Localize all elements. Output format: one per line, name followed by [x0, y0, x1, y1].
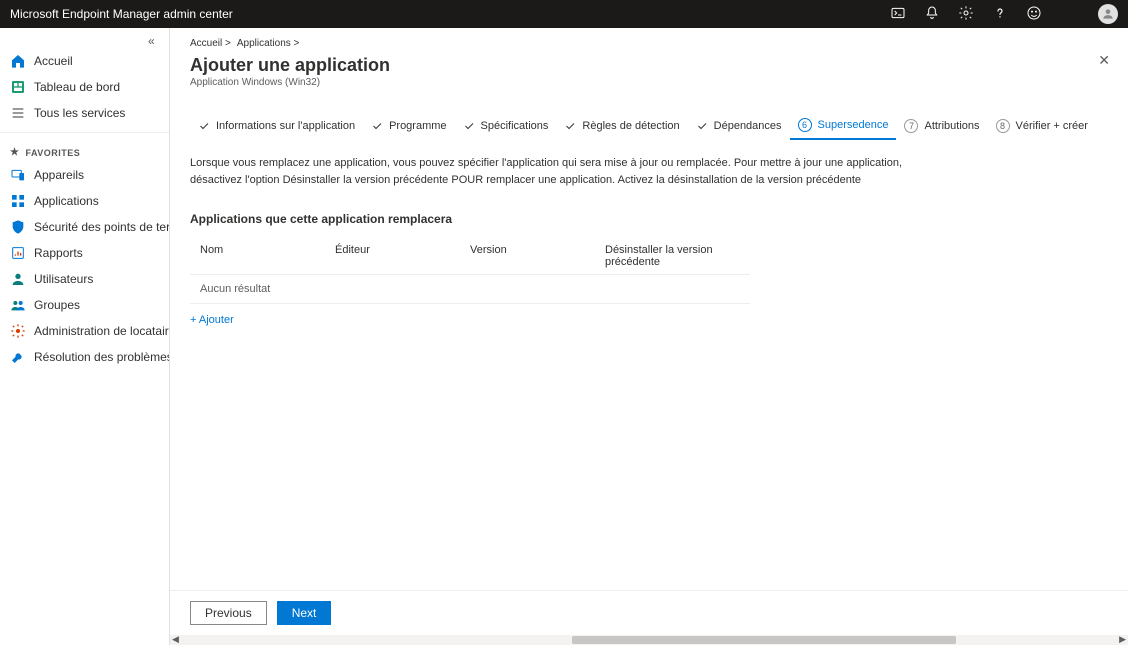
wizard-step-review[interactable]: 8 Vérifier + créer [988, 113, 1096, 139]
wizard-step-supersedence[interactable]: 6 Supersedence [790, 112, 897, 140]
add-app-link[interactable]: + Ajouter [190, 314, 234, 326]
section-title: Applications que cette application rempl… [190, 212, 1108, 226]
nav-troubleshoot-label: Résolution des problèmes + support [34, 350, 170, 364]
horizontal-scrollbar[interactable]: ◀ ▶ [170, 635, 1128, 645]
settings-icon[interactable] [958, 5, 974, 24]
nav-apps-label: Applications [34, 194, 99, 208]
notifications-icon[interactable] [924, 5, 940, 24]
cloud-shell-icon[interactable] [890, 5, 906, 24]
nav-users[interactable]: Utilisateurs [0, 266, 169, 292]
col-uninstall: Désinstaller la version précédente [605, 244, 740, 268]
nav-groups-label: Groupes [34, 298, 80, 312]
col-name: Nom [200, 244, 335, 268]
sidebar-collapse-icon[interactable]: « [148, 34, 155, 48]
dashboard-icon [10, 79, 26, 95]
nav-troubleshoot[interactable]: Résolution des problèmes + support [0, 344, 169, 370]
close-blade-icon[interactable]: ✕ [1098, 52, 1110, 69]
user-icon [10, 271, 26, 287]
top-bar: Microsoft Endpoint Manager admin center [0, 0, 1128, 28]
scroll-left-icon[interactable]: ◀ [172, 634, 179, 645]
wizard-step-assignments[interactable]: 7 Attributions [896, 113, 987, 139]
devices-icon [10, 167, 26, 183]
star-icon: ★ [10, 147, 19, 158]
nav-reports-label: Rapports [34, 246, 83, 260]
breadcrumb-apps[interactable]: Applications > [237, 38, 300, 49]
app-title: Microsoft Endpoint Manager admin center [10, 7, 233, 21]
wrench-icon [10, 349, 26, 365]
nav-home[interactable]: Accueil [0, 48, 169, 74]
previous-button[interactable]: Previous [190, 601, 267, 625]
nav-home-label: Accueil [34, 54, 73, 68]
check-icon [198, 120, 210, 132]
nav-dashboard[interactable]: Tableau de bord [0, 74, 169, 100]
nav-devices-label: Appareils [34, 168, 84, 182]
content-area: ✕ Accueil > Applications > Ajouter une a… [170, 28, 1128, 645]
nav-all-services-label: Tous les services [34, 106, 125, 120]
nav-apps[interactable]: Applications [0, 188, 169, 214]
wizard-step-dependencies[interactable]: Dépendances [688, 114, 790, 138]
nav-tenant-admin-label: Administration de locataire [34, 324, 170, 338]
account-avatar[interactable] [1098, 4, 1118, 24]
wizard-step-detection[interactable]: Règles de détection [556, 114, 687, 138]
scroll-right-icon[interactable]: ▶ [1119, 634, 1126, 645]
feedback-icon[interactable] [1026, 5, 1042, 24]
wizard-step-requirements[interactable]: Spécifications [455, 114, 557, 138]
reports-icon [10, 245, 26, 261]
breadcrumb-home[interactable]: Accueil > [190, 38, 231, 49]
nav-devices[interactable]: Appareils [0, 162, 169, 188]
wizard-footer: Previous Next [170, 590, 1128, 635]
page-subtitle: Application Windows (Win32) [190, 77, 1108, 88]
nav-endpoint-security[interactable]: Sécurité des points de terminaison [0, 214, 169, 240]
nav-all-services[interactable]: Tous les services [0, 100, 169, 126]
groups-icon [10, 297, 26, 313]
nav-reports[interactable]: Rapports [0, 240, 169, 266]
wizard-tabs: Informations sur l'application Programme… [190, 112, 1108, 141]
favorites-header: ★ FAVORITES [0, 139, 169, 162]
description-text: Lorsque vous remplacez une application, … [190, 155, 910, 188]
shield-icon [10, 219, 26, 235]
check-icon [696, 120, 708, 132]
apps-icon [10, 193, 26, 209]
help-icon[interactable] [992, 5, 1008, 24]
wizard-step-program[interactable]: Programme [363, 114, 454, 138]
gear-icon [10, 323, 26, 339]
breadcrumb: Accueil > Applications > [190, 38, 1108, 49]
nav-tenant-admin[interactable]: Administration de locataire [0, 318, 169, 344]
sidebar: Accueil Tableau de bord Tous les service… [0, 28, 170, 645]
col-publisher: Éditeur [335, 244, 470, 268]
scrollbar-thumb[interactable] [572, 636, 955, 644]
nav-users-label: Utilisateurs [34, 272, 93, 286]
nav-endpoint-security-label: Sécurité des points de terminaison [34, 220, 170, 234]
check-icon [371, 120, 383, 132]
table-no-result: Aucun résultat [190, 275, 750, 304]
page-title: Ajouter une application [190, 55, 1108, 76]
list-icon [10, 105, 26, 121]
check-icon [564, 120, 576, 132]
nav-groups[interactable]: Groupes [0, 292, 169, 318]
home-icon [10, 53, 26, 69]
next-button[interactable]: Next [277, 601, 332, 625]
check-icon [463, 120, 475, 132]
supersedence-table: Nom Éditeur Version Désinstaller la vers… [190, 238, 750, 304]
nav-dashboard-label: Tableau de bord [34, 80, 120, 94]
col-version: Version [470, 244, 605, 268]
wizard-step-app-info[interactable]: Informations sur l'application [190, 114, 363, 138]
